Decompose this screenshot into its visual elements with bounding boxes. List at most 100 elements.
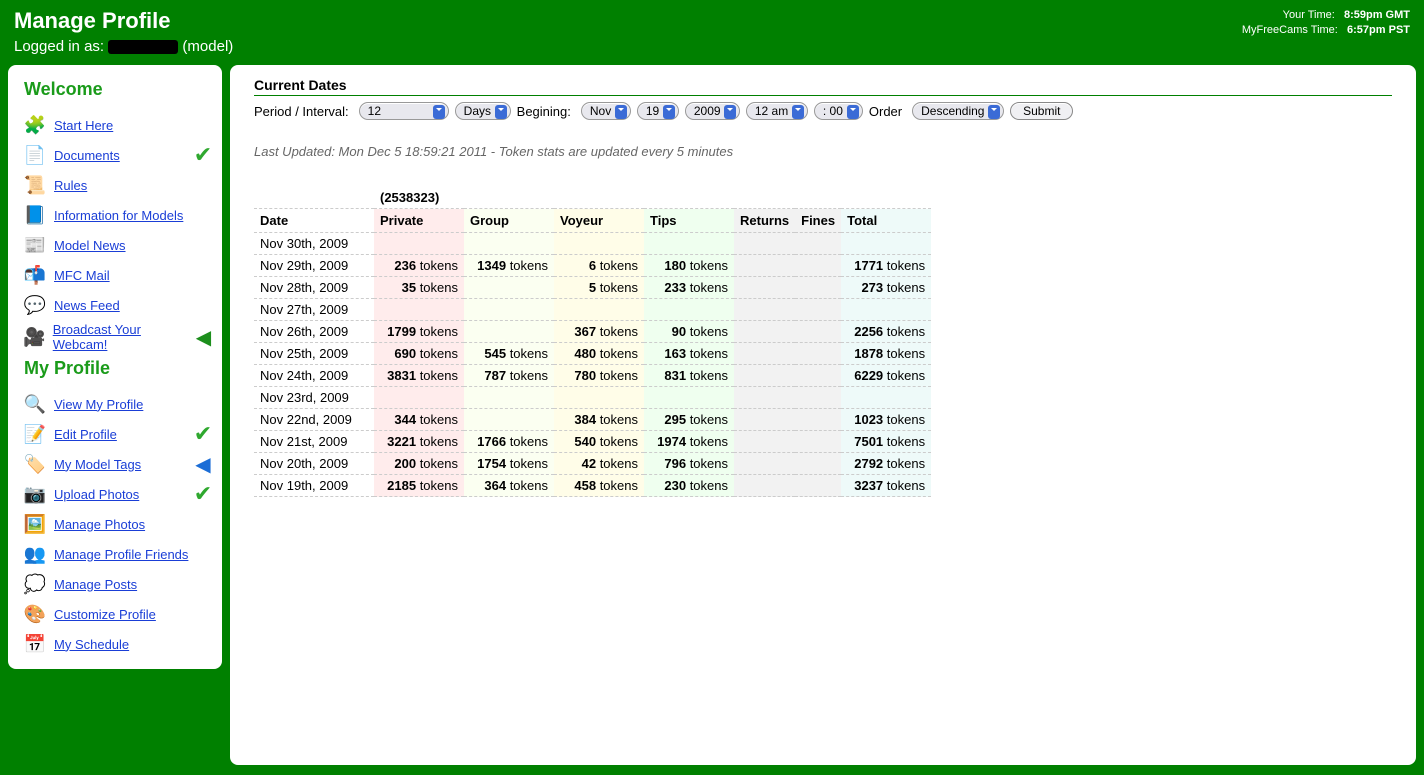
table-row: Nov 24th, 20093831 tokens787 tokens780 t…	[254, 365, 931, 387]
menu-icon: 📅	[20, 632, 50, 656]
table-cell	[795, 255, 841, 277]
order-select[interactable]: Descending	[912, 102, 1004, 120]
table-cell	[795, 365, 841, 387]
table-cell: 273 tokens	[841, 277, 931, 299]
table-cell: 344 tokens	[374, 409, 464, 431]
sidebar-link[interactable]: My Model Tags	[54, 457, 141, 472]
table-cell: 6 tokens	[554, 255, 644, 277]
period-label: Period / Interval:	[254, 104, 349, 119]
hour-select[interactable]: 12 am	[746, 102, 808, 120]
sidebar-item[interactable]: 🎥Broadcast Your Webcam!◀	[20, 320, 214, 354]
sidebar-link[interactable]: Manage Photos	[54, 517, 145, 532]
sidebar-item[interactable]: 📷Upload Photos✔	[20, 479, 214, 509]
date-cell: Nov 30th, 2009	[254, 233, 374, 255]
table-row: Nov 20th, 2009200 tokens1754 tokens42 to…	[254, 453, 931, 475]
table-cell: 1023 tokens	[841, 409, 931, 431]
time-panel: Your Time: 8:59pm GMT MyFreeCams Time: 6…	[1242, 8, 1410, 39]
table-cell: 180 tokens	[644, 255, 734, 277]
menu-icon: 🧩	[20, 113, 50, 137]
sidebar-link[interactable]: Manage Profile Friends	[54, 547, 188, 562]
sidebar-item[interactable]: 💬News Feed	[20, 290, 214, 320]
sidebar-link[interactable]: Start Here	[54, 118, 113, 133]
table-cell: 480 tokens	[554, 343, 644, 365]
sidebar: Welcome 🧩Start Here📄Documents✔📜Rules📘Inf…	[8, 65, 222, 669]
table-cell	[464, 321, 554, 343]
menu-icon: 🖼️	[20, 512, 50, 536]
sidebar-link[interactable]: News Feed	[54, 298, 120, 313]
day-select[interactable]: 19	[637, 102, 679, 120]
sidebar-item[interactable]: 👥Manage Profile Friends	[20, 539, 214, 569]
sidebar-item[interactable]: 📰 Model News	[20, 230, 214, 260]
table-cell	[734, 299, 795, 321]
sidebar-item[interactable]: 🏷️My Model Tags◀	[20, 449, 214, 479]
table-cell: 2256 tokens	[841, 321, 931, 343]
table-cell	[795, 453, 841, 475]
month-select[interactable]: Nov	[581, 102, 631, 120]
table-cell	[374, 233, 464, 255]
sidebar-item[interactable]: 📄Documents✔	[20, 140, 214, 170]
table-cell: 1878 tokens	[841, 343, 931, 365]
sidebar-link[interactable]: Customize Profile	[54, 607, 156, 622]
sidebar-link[interactable]: My Schedule	[54, 637, 129, 652]
table-cell: 7501 tokens	[841, 431, 931, 453]
check-icon: ✔	[192, 144, 214, 166]
table-cell	[795, 299, 841, 321]
table-cell	[734, 431, 795, 453]
sidebar-item[interactable]: 📬MFC Mail	[20, 260, 214, 290]
table-cell	[374, 387, 464, 409]
date-cell: Nov 27th, 2009	[254, 299, 374, 321]
table-row: Nov 27th, 2009	[254, 299, 931, 321]
table-cell: 90 tokens	[644, 321, 734, 343]
sidebar-link[interactable]: View My Profile	[54, 397, 143, 412]
year-select[interactable]: 2009	[685, 102, 740, 120]
table-cell: 295 tokens	[644, 409, 734, 431]
date-cell: Nov 21st, 2009	[254, 431, 374, 453]
table-cell: 780 tokens	[554, 365, 644, 387]
sidebar-link[interactable]: Rules	[54, 178, 87, 193]
date-cell: Nov 25th, 2009	[254, 343, 374, 365]
sidebar-link[interactable]: Information for Models	[54, 208, 183, 223]
sidebar-item[interactable]: 🖼️ Manage Photos	[20, 509, 214, 539]
table-cell: 1771 tokens	[841, 255, 931, 277]
period-select[interactable]: 12	[359, 102, 449, 120]
th-fines: Fines	[795, 209, 841, 233]
table-cell	[841, 387, 931, 409]
minute-select[interactable]: : 00	[814, 102, 863, 120]
sidebar-link[interactable]: Broadcast Your Webcam!	[53, 322, 193, 352]
submit-button[interactable]: Submit	[1010, 102, 1073, 120]
unit-select[interactable]: Days	[455, 102, 511, 120]
table-row: Nov 25th, 2009690 tokens545 tokens480 to…	[254, 343, 931, 365]
menu-icon: 📰	[20, 233, 50, 257]
sidebar-item[interactable]: 💭Manage Posts	[20, 569, 214, 599]
sidebar-item[interactable]: 🔍View My Profile	[20, 389, 214, 419]
sidebar-item[interactable]: 🧩 Start Here	[20, 110, 214, 140]
sidebar-link[interactable]: Documents	[54, 148, 120, 163]
table-row: Nov 28th, 200935 tokens5 tokens233 token…	[254, 277, 931, 299]
table-cell: 384 tokens	[554, 409, 644, 431]
th-tips: Tips	[644, 209, 734, 233]
th-voyeur: Voyeur	[554, 209, 644, 233]
table-cell	[464, 409, 554, 431]
sidebar-link[interactable]: MFC Mail	[54, 268, 110, 283]
sidebar-link[interactable]: Manage Posts	[54, 577, 137, 592]
table-cell	[734, 343, 795, 365]
menu-icon: 🎥	[20, 325, 49, 349]
begin-label: Begining:	[517, 104, 571, 119]
sidebar-item[interactable]: 🎨Customize Profile	[20, 599, 214, 629]
sidebar-item[interactable]: 📅 My Schedule	[20, 629, 214, 659]
sidebar-link[interactable]: Model News	[54, 238, 126, 253]
sidebar-link[interactable]: Edit Profile	[54, 427, 117, 442]
sidebar-item[interactable]: 📝Edit Profile✔	[20, 419, 214, 449]
table-cell: 796 tokens	[644, 453, 734, 475]
date-cell: Nov 26th, 2009	[254, 321, 374, 343]
sidebar-item[interactable]: 📜Rules	[20, 170, 214, 200]
section-title: Current Dates	[254, 77, 1392, 96]
table-cell	[644, 233, 734, 255]
table-cell	[464, 277, 554, 299]
sidebar-item[interactable]: 📘Information for Models	[20, 200, 214, 230]
menu-icon: 📷	[20, 482, 50, 506]
table-cell	[554, 233, 644, 255]
table-cell	[734, 453, 795, 475]
sidebar-link[interactable]: Upload Photos	[54, 487, 139, 502]
table-cell: 367 tokens	[554, 321, 644, 343]
